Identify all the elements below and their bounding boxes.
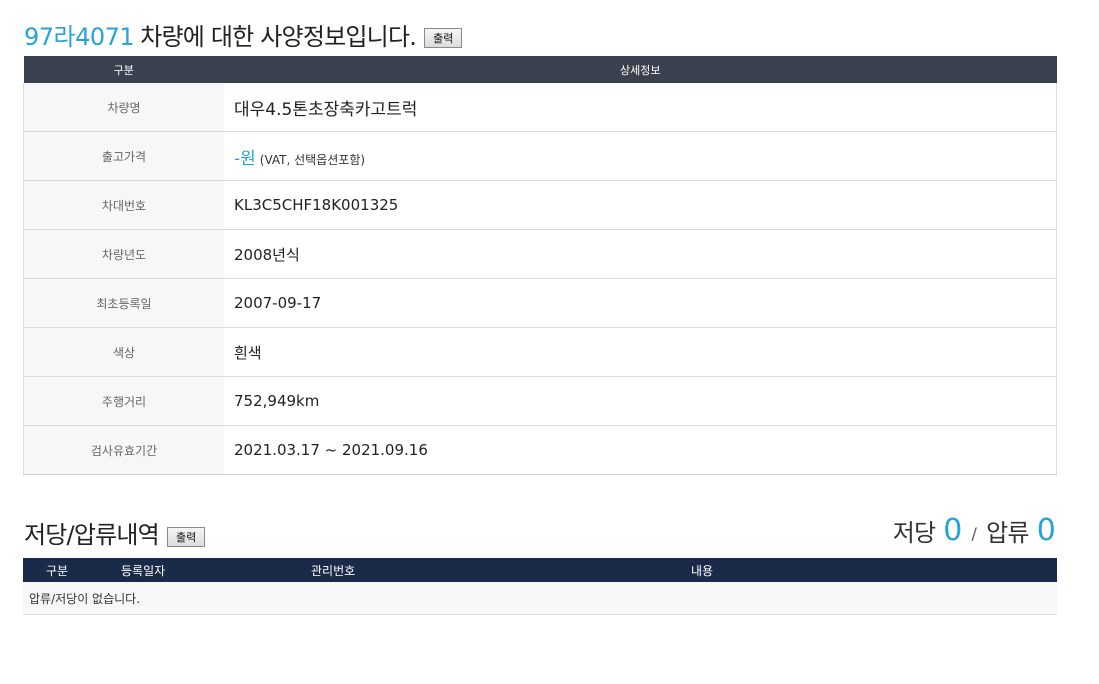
col-header-type: 구분: [23, 558, 91, 582]
price-note: (VAT, 선택옵션포함): [259, 152, 366, 167]
spec-table: 구분 상세정보 차량명 대우4.5톤초장축카고트럭 출고가격 -원 (VAT, 선…: [23, 56, 1057, 475]
seizure-count: 0: [1036, 512, 1056, 548]
spec-row-vin: 차대번호 KL3C5CHF18K001325: [23, 180, 1057, 230]
spec-value: -원 (VAT, 선택옵션포함): [224, 131, 1057, 181]
spec-label: 출고가격: [23, 131, 224, 181]
spec-value: 흰색: [224, 327, 1057, 377]
lien-empty-row: 압류/저당이 없습니다.: [23, 582, 1057, 615]
lien-counts: 저당 0 / 압류 0: [892, 508, 1056, 552]
spec-row-vehicle-name: 차량명 대우4.5톤초장축카고트럭: [23, 83, 1057, 132]
spec-title-row: 97라4071 차량에 대한 사양정보입니다. 출력: [24, 16, 463, 52]
col-header-detail: 상세정보: [224, 56, 1057, 83]
print-spec-button[interactable]: 출력: [424, 28, 463, 48]
spec-label: 주행거리: [23, 376, 224, 426]
lien-table: 구분 등록일자 관리번호 내용 압류/저당이 없습니다.: [23, 558, 1057, 615]
page-title: 차량에 대한 사양정보입니다.: [140, 22, 417, 51]
spec-table-header: 구분 상세정보: [23, 56, 1057, 83]
spec-label: 차량명: [23, 83, 224, 132]
spec-row-price: 출고가격 -원 (VAT, 선택옵션포함): [23, 131, 1057, 181]
spec-label: 차량년도: [23, 229, 224, 279]
spec-row-first-registration: 최초등록일 2007-09-17: [23, 278, 1057, 328]
plate-number: 97라4071: [24, 22, 135, 51]
seizure-label: 압류: [986, 518, 1029, 547]
spec-value: 752,949km: [224, 376, 1057, 426]
lien-section-title: 저당/압류내역: [24, 520, 160, 549]
spec-row-mileage: 주행거리 752,949km: [23, 376, 1057, 426]
spec-value: 2007-09-17: [224, 278, 1057, 328]
col-header-category: 구분: [23, 56, 224, 83]
spec-label: 최초등록일: [23, 278, 224, 328]
spec-row-model-year: 차량년도 2008년식: [23, 229, 1057, 279]
col-header-content: 내용: [691, 558, 1057, 582]
spec-label: 차대번호: [23, 180, 224, 230]
lien-table-header: 구분 등록일자 관리번호 내용: [23, 558, 1057, 582]
mortgage-label: 저당: [892, 518, 936, 547]
count-separator: /: [971, 523, 977, 543]
mortgage-count: 0: [943, 512, 962, 548]
col-header-reg-date: 등록일자: [91, 558, 311, 582]
print-lien-button[interactable]: 출력: [166, 527, 206, 547]
spec-row-color: 색상 흰색: [23, 327, 1057, 377]
lien-title-row: 저당/압류내역 출력: [24, 512, 206, 552]
spec-value: 2021.03.17 ~ 2021.09.16: [224, 425, 1057, 475]
spec-value: 2008년식: [224, 229, 1057, 279]
spec-value: KL3C5CHF18K001325: [224, 180, 1057, 230]
spec-row-inspection-period: 검사유효기간 2021.03.17 ~ 2021.09.16: [23, 425, 1057, 475]
spec-value: 대우4.5톤초장축카고트럭: [224, 83, 1057, 132]
spec-label: 검사유효기간: [23, 425, 224, 475]
lien-empty-message: 압류/저당이 없습니다.: [23, 582, 1057, 615]
page: 97라4071 차량에 대한 사양정보입니다. 출력 구분 상세정보 차량명 대…: [0, 0, 1099, 684]
price-value: -원: [234, 148, 256, 169]
spec-label: 색상: [23, 327, 224, 377]
col-header-manage-no: 관리번호: [311, 558, 691, 582]
